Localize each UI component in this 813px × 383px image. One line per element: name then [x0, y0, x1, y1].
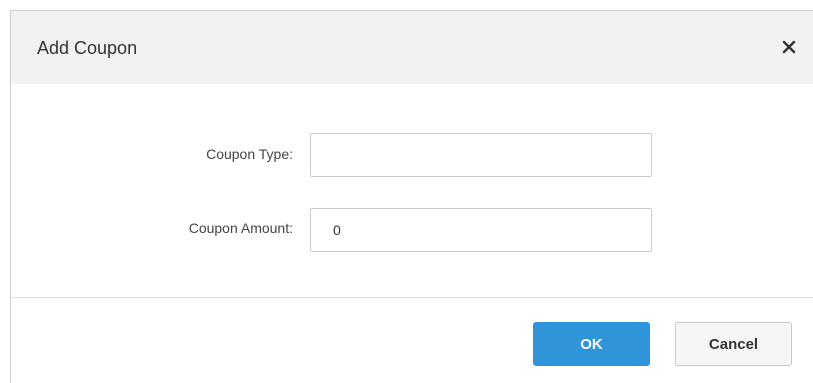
cancel-button[interactable]: Cancel [675, 322, 792, 366]
dialog-title: Add Coupon [37, 38, 138, 58]
dialog-header: Add Coupon [11, 11, 813, 84]
coupon-type-label: Coupon Type: [206, 146, 293, 162]
coupon-type-field[interactable] [310, 133, 652, 177]
ok-button[interactable]: OK [533, 322, 650, 366]
add-coupon-dialog: Add Coupon Coupon Type: Coupon Amount: O… [10, 10, 813, 383]
close-icon[interactable] [777, 35, 801, 59]
coupon-amount-label: Coupon Amount: [188, 220, 293, 236]
coupon-amount-field[interactable] [310, 208, 652, 252]
footer-divider [11, 297, 813, 298]
